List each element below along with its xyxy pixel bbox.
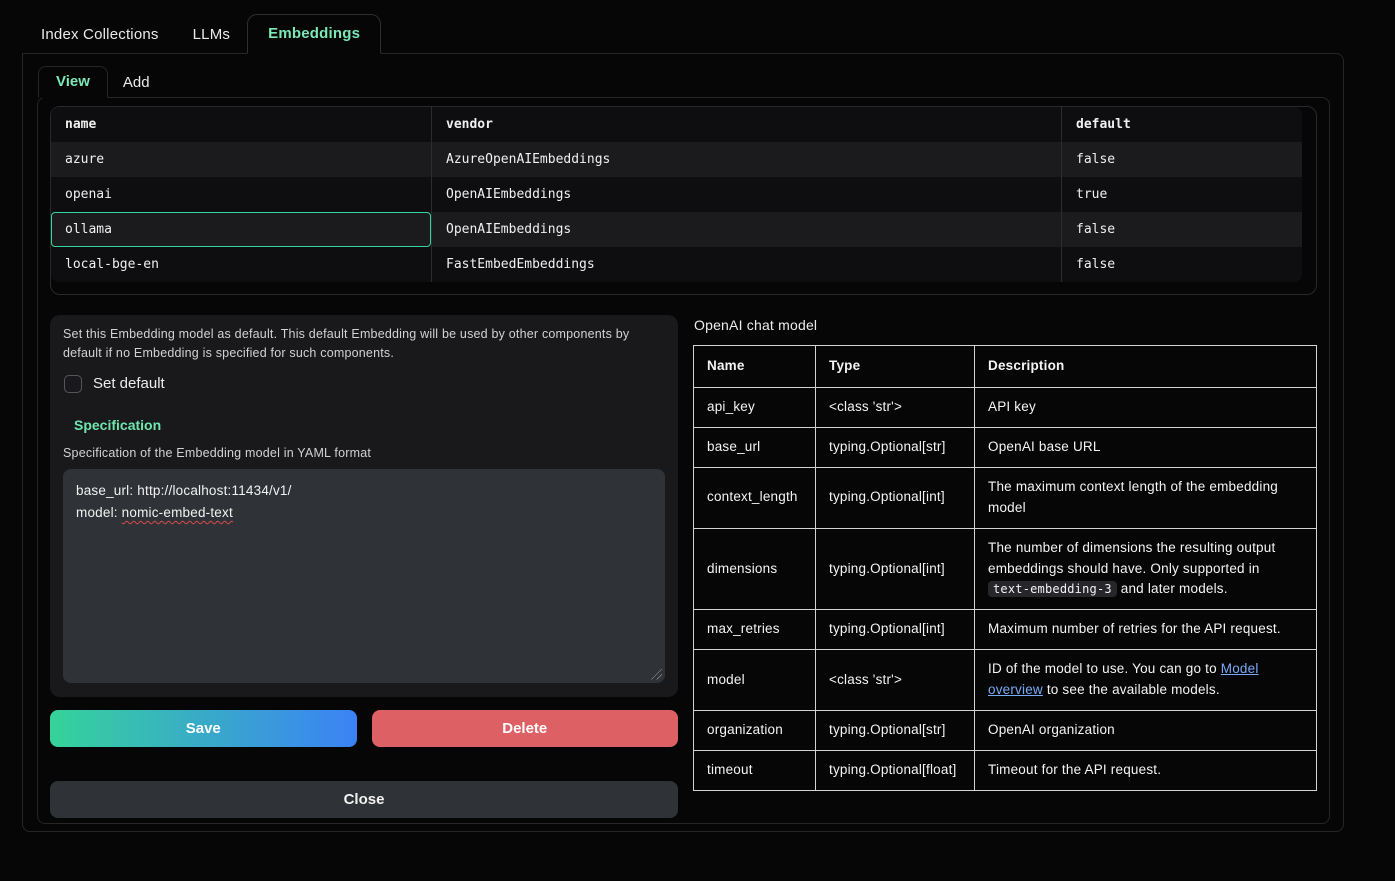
param-row-dimensions: dimensions typing.Optional[int] The numb… [694,528,1317,610]
model-info-column: OpenAI chat model Name Type Description … [693,315,1317,818]
param-name: model [694,650,816,711]
column-header-name: name [51,107,431,142]
cell-name: openai [51,177,431,212]
param-row-model: model <class 'str'> ID of the model to u… [694,650,1317,711]
param-row-max-retries: max_retries typing.Optional[int] Maximum… [694,610,1317,650]
param-type: <class 'str'> [816,387,975,427]
column-header-param-name: Name [694,346,816,388]
param-type: typing.Optional[str] [816,427,975,467]
param-name: context_length [694,467,816,528]
param-description: The maximum context length of the embedd… [975,467,1317,528]
param-row-base-url: base_url typing.Optional[str] OpenAI bas… [694,427,1317,467]
close-button[interactable]: Close [50,781,678,818]
param-type: typing.Optional[float] [816,751,975,791]
code-chip: text-embedding-3 [988,581,1117,597]
set-default-label: Set default [93,375,165,392]
column-header-vendor: vendor [431,107,1061,142]
delete-button[interactable]: Delete [372,710,679,747]
cell-vendor: OpenAIEmbeddings [431,177,1061,212]
embeddings-row-azure[interactable]: azure AzureOpenAIEmbeddings false [51,142,1302,177]
action-button-row: Save Delete [50,710,678,747]
param-type: <class 'str'> [816,650,975,711]
column-header-default: default [1061,107,1302,142]
yaml-spec-editor[interactable]: base_url: http://localhost:11434/v1/ mod… [63,469,665,683]
param-description: API key [975,387,1317,427]
param-name: timeout [694,751,816,791]
save-button[interactable]: Save [50,710,357,747]
embeddings-row-ollama[interactable]: ollama OpenAIEmbeddings false [51,212,1302,247]
param-name: dimensions [694,528,816,610]
param-name: organization [694,711,816,751]
specification-subtitle: Specification of the Embedding model in … [63,446,665,460]
param-description: Timeout for the API request. [975,751,1317,791]
embedding-detail-column: Set this Embedding model as default. Thi… [50,315,678,818]
column-header-param-description: Description [975,346,1317,388]
tab-index-collections[interactable]: Index Collections [24,16,176,53]
param-description: ID of the model to use. You can go to Mo… [975,650,1317,711]
param-row-timeout: timeout typing.Optional[float] Timeout f… [694,751,1317,791]
param-name: base_url [694,427,816,467]
param-type: typing.Optional[int] [816,528,975,610]
tab-embeddings[interactable]: Embeddings [247,14,381,54]
model-params-table: Name Type Description api_key <class 'st… [693,345,1317,791]
param-type: typing.Optional[str] [816,711,975,751]
embeddings-panel: View Add name vendor default [22,53,1344,832]
yaml-line: base_url: http://localhost:11434/v1/ [76,480,652,502]
param-row-api-key: api_key <class 'str'> API key [694,387,1317,427]
cell-name: local-bge-en [51,247,431,282]
set-default-checkbox[interactable] [64,375,82,393]
param-name: api_key [694,387,816,427]
misspelled-word: nomic-embed-text [122,505,233,520]
param-description: OpenAI organization [975,711,1317,751]
param-type: typing.Optional[int] [816,467,975,528]
resize-handle-icon[interactable] [651,669,662,680]
param-description: The number of dimensions the resulting o… [975,528,1317,610]
param-description: Maximum number of retries for the API re… [975,610,1317,650]
set-default-row: Set default [63,375,665,393]
cell-default: false [1061,212,1302,247]
sub-tab-bar: View Add [37,66,1330,97]
cell-vendor: AzureOpenAIEmbeddings [431,142,1061,177]
param-row-context-length: context_length typing.Optional[int] The … [694,467,1317,528]
param-type: typing.Optional[int] [816,610,975,650]
cell-default: false [1061,142,1302,177]
main-tab-bar: Index Collections LLMs Embeddings [0,0,1395,53]
cell-default: false [1061,247,1302,282]
cell-name: azure [51,142,431,177]
yaml-line: model: nomic-embed-text [76,502,652,524]
tab-llms[interactable]: LLMs [176,16,247,53]
embeddings-row-openai[interactable]: openai OpenAIEmbeddings true [51,177,1302,212]
cell-vendor: FastEmbedEmbeddings [431,247,1061,282]
set-default-description: Set this Embedding model as default. Thi… [63,325,665,363]
param-name: max_retries [694,610,816,650]
model-info-title: OpenAI chat model [694,317,1317,333]
embedding-form-panel: Set this Embedding model as default. Thi… [50,315,678,697]
embeddings-table: name vendor default azure AzureOpenAIEmb… [51,107,1302,282]
embeddings-row-local-bge-en[interactable]: local-bge-en FastEmbedEmbeddings false [51,247,1302,282]
embeddings-header-row: name vendor default [51,107,1302,142]
cell-name-selected: ollama [51,212,431,247]
specification-heading: Specification [74,417,665,433]
cell-default: true [1061,177,1302,212]
view-panel: name vendor default azure AzureOpenAIEmb… [37,97,1330,824]
cell-vendor: OpenAIEmbeddings [431,212,1061,247]
param-description: OpenAI base URL [975,427,1317,467]
embeddings-table-container: name vendor default azure AzureOpenAIEmb… [50,106,1317,295]
model-params-header-row: Name Type Description [694,346,1317,388]
column-header-param-type: Type [816,346,975,388]
tab-view[interactable]: View [38,66,108,98]
tab-add[interactable]: Add [108,68,165,97]
param-row-organization: organization typing.Optional[str] OpenAI… [694,711,1317,751]
